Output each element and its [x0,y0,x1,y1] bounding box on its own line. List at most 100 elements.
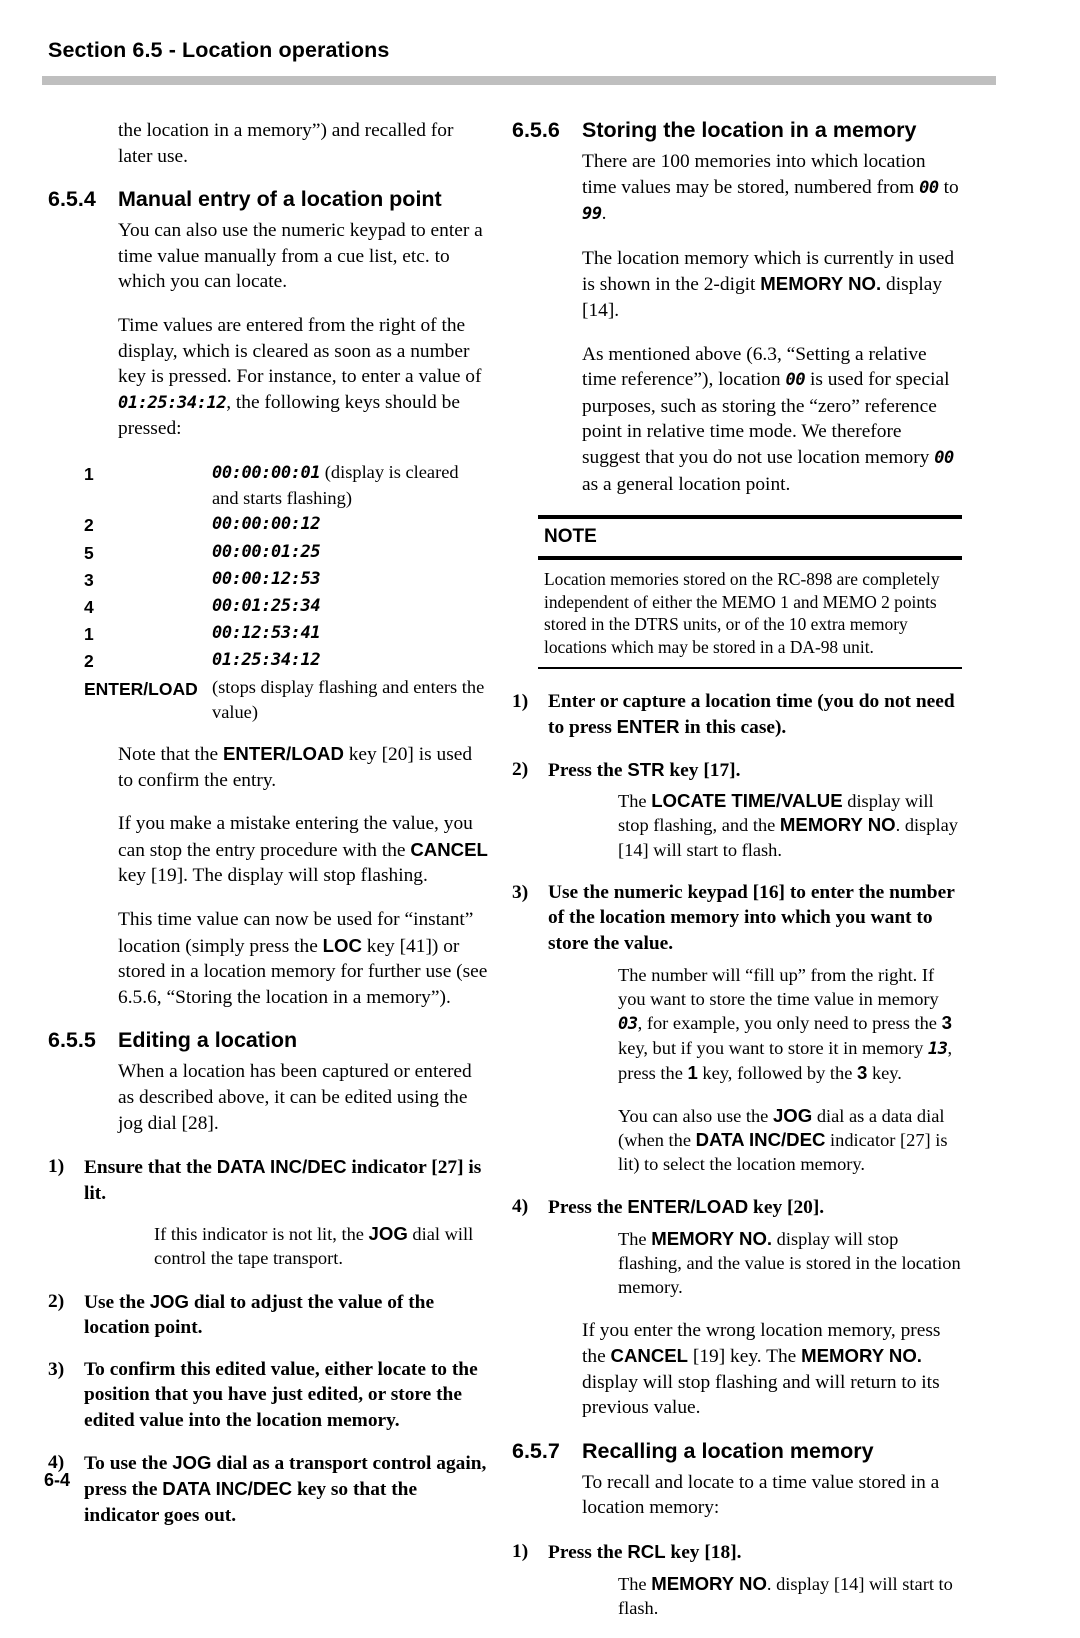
list-text: Press the ENTER/LOAD key [20]. [548,1194,962,1221]
heading-number: 6.5.5 [48,1028,96,1053]
text-fragment: to [938,176,959,198]
text-fragment: The [618,1228,652,1249]
text-fragment: Press the [548,759,628,781]
key-name: DATA INC/DEC [216,1156,347,1178]
heading-6-5-7: 6.5.7 Recalling a location memory [512,1439,962,1464]
display-value: 00:12:53:41 [212,620,488,646]
sub-paragraph: The LOCATE TIME/VALUE display will stop … [512,789,962,862]
key-label: 1 [84,624,94,645]
text-fragment: key. [867,1063,902,1084]
text-fragment: key [18]. [665,1542,742,1564]
list-text: Use the JOG dial to adjust the value of … [84,1289,488,1341]
table-row: 4 00:01:25:34 [84,593,488,620]
sub-paragraph: The number will “fill up” from the right… [512,963,962,1086]
heading-title: Manual entry of a location point [118,187,442,212]
key-sequence-table: 1 00:00:00:01 (display is cleared and st… [48,460,488,725]
key-name: STR [627,758,665,780]
list-item: 2) Press the STR key [17]. [512,757,962,784]
display-value: 00:00:01:25 [212,539,488,565]
heading-number: 6.5.6 [512,118,560,142]
heading-title: Storing the location in a memory [582,118,917,142]
text-fragment: key [19]. The display will stop flashing… [118,865,428,887]
display-value: 00:00:00:12 [212,511,488,537]
key-name: JOG [172,1451,212,1473]
timecode-value: 00:01:25:34 [212,595,321,616]
text-fragment: There are 100 memories into which locati… [582,151,926,198]
list-text: To confirm this edited value, either loc… [84,1358,478,1432]
heading-number: 6.5.7 [512,1438,560,1463]
note-body: Location memories stored on the RC-898 a… [544,569,940,657]
table-row: 5 00:00:01:25 [84,539,488,566]
list-number: 2) [512,758,529,780]
list-text: Ensure that the DATA INC/DEC indicator [… [84,1154,488,1206]
key-name: DATA INC/DEC [162,1478,293,1500]
key-label: ENTER/LOAD [84,678,198,699]
text-fragment: You can also use the [618,1105,773,1126]
timecode-value: 00:00:01:25 [212,541,321,562]
text-fragment: Use the [84,1291,150,1313]
header-rule [42,76,996,85]
note-title: NOTE [544,526,597,548]
display-name: MEMORY NO. [760,273,882,295]
key-name: CANCEL [610,1345,689,1367]
paragraph-654-4: If you make a mistake entering the value… [48,811,488,889]
display-value: 01:25:34:12 [212,647,488,673]
text-fragment: as a general location point. [582,473,791,495]
list-number: 3) [512,881,529,903]
list-item: 1) Press the RCL key [18]. [512,1539,962,1566]
list-number: 1) [48,1156,65,1178]
text-fragment: key, but if you want to store it in memo… [618,1038,928,1059]
key-label: 4 [84,596,94,617]
list-number: 1) [512,690,529,712]
paragraph-656-2: The location memory which is currently i… [512,246,962,324]
display-value: 00:01:25:34 [212,593,488,619]
heading-number: 6.5.4 [48,187,96,212]
note-bottom-rule [538,666,962,669]
paragraph-654-5: This time value can now be used for “ins… [48,907,488,1010]
list-text: Enter or capture a location time (you do… [548,689,962,741]
memory-number: 03 [618,1014,638,1035]
key-name: RCL [627,1541,666,1563]
display-value: 00:00:00:01 (display is cleared and star… [212,460,488,511]
key-label: 2 [84,515,94,536]
text-fragment: , for example, you only need to press th… [637,1013,942,1034]
list-text: To use the JOG dial as a transport contr… [84,1450,488,1529]
carryover-paragraph: the location in a memory”) and recalled … [118,120,454,167]
display-name: MEMORY NO. [651,1227,773,1249]
key-name: ENTER/LOAD [223,742,344,764]
running-head: Section 6.5 - Location operations [48,38,390,62]
list-text: Press the STR key [17]. [548,757,962,784]
memory-number: 99 [582,204,602,225]
row-note: (stops display flashing and enters the v… [212,676,485,722]
paragraph-656-3: As mentioned above (6.3, “Setting a rela… [512,342,962,498]
sub-paragraph: The MEMORY NO. display will stop flashin… [512,1227,962,1300]
key-name: 1 [687,1062,698,1084]
list-number: 4) [512,1196,529,1218]
table-row: ENTER/LOAD (stops display flashing and e… [84,675,488,725]
text-fragment: Note that the [118,743,224,765]
paragraph-656-1: There are 100 memories into which locati… [512,149,962,228]
key-name: 3 [857,1062,868,1084]
table-row: 2 01:25:34:12 [84,647,488,674]
list-text: Press the RCL key [18]. [548,1539,962,1566]
heading-6-5-4: 6.5.4 Manual entry of a location point [48,187,488,212]
list-item: 4) To use the JOG dial as a transport co… [48,1450,488,1529]
display-value: (stops display flashing and enters the v… [212,675,488,725]
paragraph-657-1: To recall and locate to a time value sto… [582,1471,940,1519]
heading-title: Editing a location [118,1028,298,1053]
key-name: JOG [772,1104,813,1126]
list-text: Use the numeric keypad [16] to enter the… [548,881,955,955]
list-item: 3) Use the numeric keypad [16] to enter … [512,880,962,957]
key-name: JOG [149,1290,189,1312]
list-item: 4) Press the ENTER/LOAD key [20]. [512,1194,962,1221]
timecode-value: 00:00:12:53 [212,568,321,589]
heading-title: Recalling a location memory [582,1438,874,1463]
list-number: 3) [48,1358,65,1380]
key-name: LOC [322,934,362,956]
key-label: 3 [84,569,94,590]
jog-dial-note: You can also use the JOG dial as a data … [512,1104,962,1177]
paragraph-654-3: Note that the ENTER/LOAD key [20] is use… [48,741,488,793]
table-row: 1 00:00:00:01 (display is cleared and st… [84,460,488,511]
text-fragment: The [618,1573,652,1594]
timecode-value: 00:00:00:01 [212,462,321,483]
